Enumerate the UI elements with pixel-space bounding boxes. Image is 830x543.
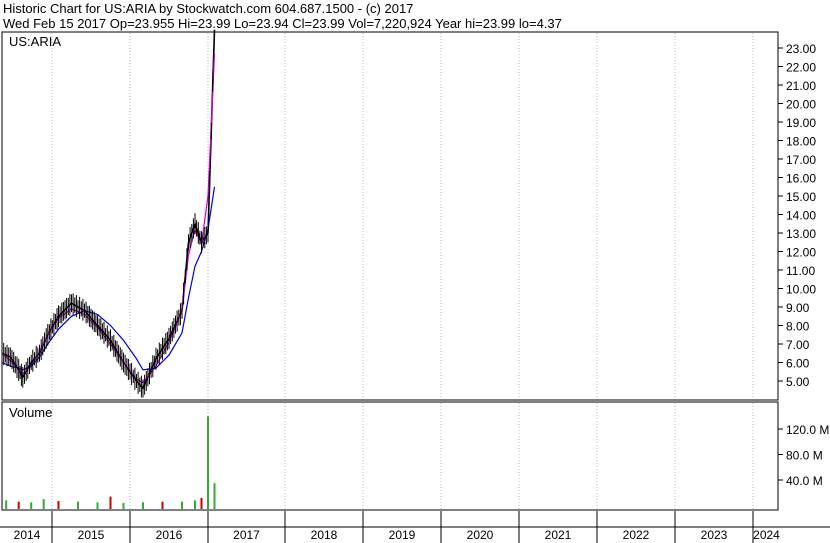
year-tick-label: 2024 (753, 528, 780, 542)
volume-bar (142, 502, 144, 509)
volume-bar (109, 496, 112, 509)
price-tick-label: 16.00 (786, 172, 816, 186)
volume-plot-frame (1, 401, 779, 511)
price-tick-label: 8.00 (786, 320, 810, 334)
price-tick-label: 14.00 (786, 209, 816, 223)
volume-tick-label: 120.0 M (786, 423, 829, 437)
price-tick-label: 15.00 (786, 190, 816, 204)
volume-tick-label: 40.0 M (786, 474, 823, 488)
price-tick-label: 9.00 (786, 301, 810, 315)
volume-bar (213, 483, 216, 509)
price-tick-label: 6.00 (786, 357, 810, 371)
volume-bar (207, 416, 209, 510)
year-tick-label: 2022 (623, 528, 650, 542)
price-tick-label: 22.00 (786, 61, 816, 75)
volume-bar (181, 501, 183, 509)
volume-bar (200, 497, 203, 509)
year-tick-label: 2014 (14, 528, 41, 542)
price-chart-title: US:ARIA (9, 34, 61, 49)
price-tick-label: 10.00 (786, 283, 816, 297)
year-tick-label: 2023 (701, 528, 728, 542)
price-tick-label: 19.00 (786, 116, 816, 130)
year-tick-label: 2017 (233, 528, 260, 542)
volume-bar (77, 501, 79, 509)
price-tick-label: 7.00 (786, 338, 810, 352)
year-tick-label: 2019 (389, 528, 416, 542)
volume-bar (17, 501, 20, 509)
stock-chart: 23.00 22.00 21.00 20.00 19.00 18.00 17.00 16.00… (0, 29, 830, 543)
year-tick-label: 2021 (545, 528, 572, 542)
price-tick-label: 18.00 (786, 135, 816, 149)
price-tick-label: 5.00 (786, 375, 810, 389)
volume-bar (194, 500, 196, 509)
volume-bar (30, 502, 33, 509)
volume-bar (96, 502, 99, 509)
volume-bar (5, 500, 8, 509)
price-tick-label: 13.00 (786, 227, 816, 241)
price-tick-label: 17.00 (786, 153, 816, 167)
year-tick-label: 2016 (156, 528, 183, 542)
volume-bar (42, 499, 45, 509)
year-tick-label: 2015 (78, 528, 105, 542)
year-tick-label: 2018 (311, 528, 338, 542)
volume-chart-title: Volume (9, 405, 52, 420)
volume-tick-label: 80.0 M (786, 449, 823, 463)
price-tick-label: 12.00 (786, 246, 816, 260)
price-tick-label: 20.00 (786, 98, 816, 112)
price-tick-label: 23.00 (786, 42, 816, 56)
price-tick-label: 21.00 (786, 79, 816, 93)
volume-bar (122, 502, 125, 509)
price-tick-label: 11.00 (786, 264, 815, 278)
year-tick-label: 2020 (467, 528, 494, 542)
volume-bar (57, 501, 60, 509)
volume-bar (161, 501, 164, 509)
